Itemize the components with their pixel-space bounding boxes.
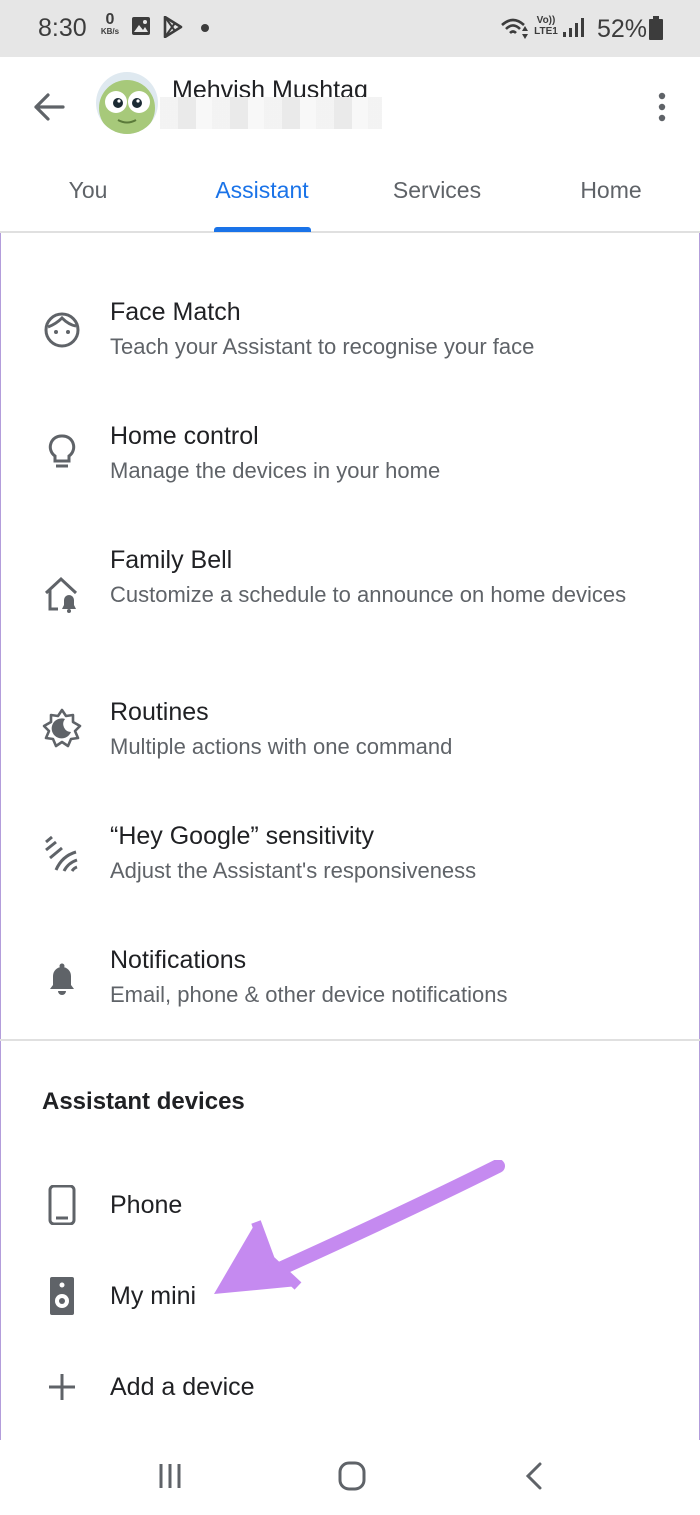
device-label: Phone: [110, 1191, 183, 1219]
setting-subtitle: Manage the devices in your home: [110, 458, 441, 483]
phone-icon: [48, 1185, 76, 1225]
battery-icon: [649, 16, 663, 40]
net-speed-unit: KB/s: [100, 27, 120, 36]
volte-indicator: Vo)) LTE1: [534, 15, 558, 37]
setting-title: Routines: [110, 698, 209, 726]
speaker-icon: [50, 1277, 74, 1315]
setting-subtitle: Teach your Assistant to recognise your f…: [110, 334, 535, 359]
net-speed-value: 0: [105, 11, 115, 28]
setting-home-control[interactable]: Home control Manage the devices in your …: [0, 422, 700, 522]
redaction-blur: [160, 97, 382, 129]
tab-you[interactable]: You: [69, 177, 108, 204]
add-device-button[interactable]: Add a device: [0, 1367, 700, 1427]
user-name: Mehvish Mushtaq: [172, 77, 368, 97]
navigation-bar: [0, 1440, 700, 1515]
notification-dot: [201, 24, 209, 32]
wifi-icon: [501, 18, 528, 39]
bell-icon: [50, 963, 74, 995]
lightbulb-icon: [48, 434, 76, 468]
assistant-devices-heading: Assistant devices: [42, 1088, 245, 1115]
face-icon: [44, 312, 80, 348]
setting-subtitle: Multiple actions with one command: [110, 734, 453, 759]
setting-title: Face Match: [110, 298, 241, 326]
setting-subtitle: Email, phone & other device notification…: [110, 982, 508, 1007]
signal-icon: [563, 18, 584, 37]
battery-percent: 52%: [597, 15, 648, 43]
gallery-icon: [132, 17, 150, 35]
status-time: 8:30: [38, 14, 87, 42]
tab-assistant[interactable]: Assistant: [215, 177, 308, 204]
setting-routines[interactable]: Routines Multiple actions with one comma…: [0, 698, 700, 798]
setting-hey-google-sensitivity[interactable]: “Hey Google” sensitivity Adjust the Assi…: [0, 822, 700, 922]
back-arrow-icon[interactable]: [30, 87, 70, 127]
play-store-icon: [163, 16, 183, 38]
status-bar: 8:30 0 KB/s Vo)) LTE1 52%: [0, 0, 700, 57]
device-label: My mini: [110, 1282, 197, 1310]
tab-services[interactable]: Services: [393, 177, 481, 204]
tab-home[interactable]: Home: [580, 177, 641, 204]
back-nav-icon[interactable]: [514, 1460, 554, 1492]
net-speed: 0 KB/s: [96, 12, 124, 36]
sensitivity-icon: [45, 835, 78, 872]
active-tab-indicator: [214, 227, 311, 232]
setting-title: Family Bell: [110, 546, 233, 574]
app-header: Mehvish Mushtaq You Assistant Services H…: [0, 57, 700, 233]
section-divider: [0, 1039, 700, 1041]
home-nav-icon[interactable]: [332, 1460, 372, 1492]
device-label: Add a device: [110, 1373, 255, 1401]
tab-bar: You Assistant Services Home: [0, 157, 700, 233]
home-bell-icon: [44, 576, 78, 613]
more-options-icon[interactable]: [650, 87, 674, 127]
setting-subtitle: Adjust the Assistant's responsiveness: [110, 858, 477, 883]
routines-icon: [42, 708, 82, 748]
setting-title: Notifications: [110, 946, 247, 974]
setting-face-match[interactable]: Face Match Teach your Assistant to recog…: [0, 298, 700, 398]
setting-subtitle: Customize a schedule to announce on home…: [110, 582, 627, 607]
plus-icon: [49, 1374, 75, 1400]
setting-notifications[interactable]: Notifications Email, phone & other devic…: [0, 946, 700, 1046]
recent-apps-icon[interactable]: [150, 1460, 190, 1492]
setting-title: “Hey Google” sensitivity: [110, 822, 374, 850]
setting-title: Home control: [110, 422, 259, 450]
annotation-arrow: [214, 1160, 505, 1294]
avatar[interactable]: [96, 72, 158, 134]
setting-family-bell[interactable]: Family Bell Customize a schedule to anno…: [0, 546, 700, 646]
